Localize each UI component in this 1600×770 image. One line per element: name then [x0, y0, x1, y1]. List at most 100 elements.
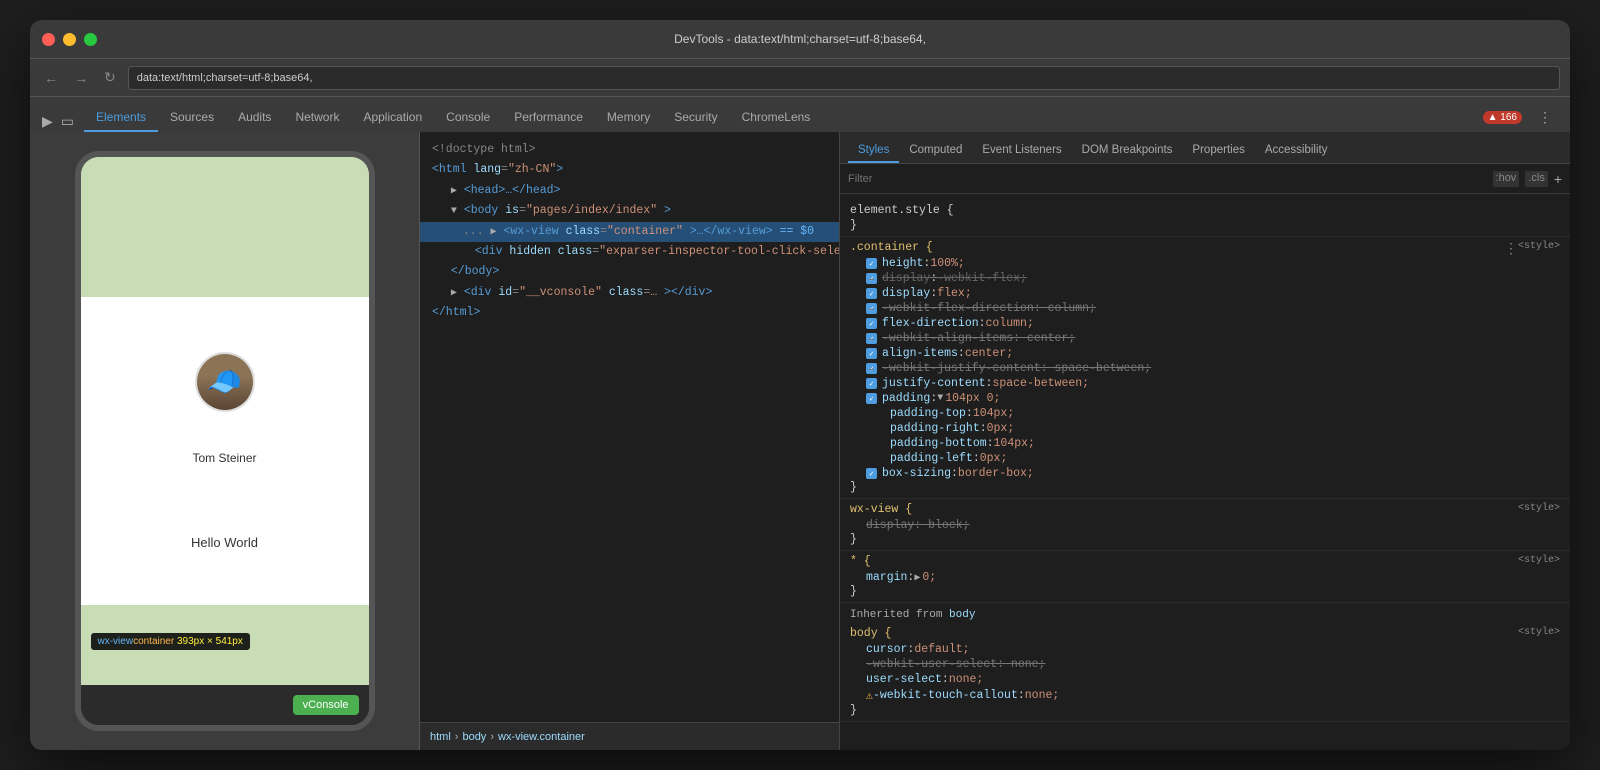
html-line-body-close[interactable]: </body> [420, 262, 839, 282]
css-prop-padding-right: padding-right: 0px; [850, 421, 1560, 436]
css-prop-flex-dir: flex-direction: column; [850, 316, 1560, 331]
css-selector[interactable]: element.style { [850, 204, 1560, 217]
css-prop-padding-bottom: padding-bottom: 104px; [850, 436, 1560, 451]
elements-panel: <!doctype html> <html lang="zh-CN"> ▶ <h… [420, 132, 840, 750]
avatar-image: 🧢 [197, 354, 253, 410]
css-selector-wxview[interactable]: <style> wx-view { [850, 503, 1560, 516]
tab-event-listeners[interactable]: Event Listeners [972, 139, 1071, 163]
html-line-head[interactable]: ▶ <head>…</head> [420, 181, 839, 201]
html-line-html-close[interactable]: </html> [420, 303, 839, 323]
styles-panel: Styles Computed Event Listeners DOM Brea… [840, 132, 1570, 750]
forward-button[interactable]: → [70, 68, 92, 88]
css-checkbox[interactable] [866, 393, 877, 404]
html-line-html[interactable]: <html lang="zh-CN"> [420, 160, 839, 180]
css-selector-star[interactable]: <style> * { [850, 555, 1560, 568]
dots-menu[interactable]: ⋮ [1504, 241, 1518, 258]
css-checkbox[interactable] [866, 288, 877, 299]
css-rule-element-style: element.style { } [840, 200, 1570, 237]
css-prop-box-sizing: box-sizing: border-box; [850, 466, 1560, 481]
devtools-icon-group: ▶ ▭ [40, 111, 76, 132]
tooltip-tag: wx-view [98, 636, 134, 647]
breadcrumb: html › body › wx-view.container [420, 722, 839, 750]
html-line-doctype[interactable]: <!doctype html> [420, 140, 839, 160]
tab-console[interactable]: Console [434, 104, 502, 132]
hov-button[interactable]: :hov [1493, 171, 1520, 187]
breadcrumb-wxview[interactable]: wx-view.container [498, 731, 585, 743]
tooltip-dimensions: 393px × 541px [177, 636, 243, 647]
minimize-button[interactable] [63, 33, 76, 46]
tab-styles[interactable]: Styles [848, 139, 899, 163]
vconsole-button[interactable]: vConsole [293, 695, 359, 715]
main-content: 🧢 Tom Steiner Hello World vConsole wx-vi… [30, 132, 1570, 750]
phone-bottom-bar: vConsole [81, 685, 369, 725]
phone-header-bg [81, 157, 369, 297]
tab-application[interactable]: Application [351, 104, 434, 132]
html-line-body[interactable]: ▼ <body is="pages/index/index" > [420, 201, 839, 221]
tab-audits[interactable]: Audits [226, 104, 283, 132]
css-prop-webkit-align: -webkit-align-items: center; [850, 331, 1560, 346]
cls-button[interactable]: .cls [1525, 171, 1548, 187]
css-prop-webkit-touch-callout: ⚠ -webkit-touch-callout: none; [850, 687, 1560, 704]
html-tree: <!doctype html> <html lang="zh-CN"> ▶ <h… [420, 132, 839, 722]
tab-accessibility[interactable]: Accessibility [1255, 139, 1338, 163]
tab-security[interactable]: Security [662, 104, 729, 132]
css-prop-height: height: 100%; [850, 256, 1504, 271]
css-prop-margin: margin: ▶ 0; [850, 570, 1560, 585]
css-checkbox[interactable] [866, 348, 877, 359]
phone-content: 🧢 Tom Steiner Hello World [81, 157, 369, 685]
inherited-from-label: Inherited from body [840, 603, 1570, 623]
css-checkbox[interactable] [866, 273, 877, 284]
css-prop-webkit-flex-dir: -webkit-flex-direction: column; [850, 301, 1560, 316]
inherited-from-element[interactable]: body [949, 609, 975, 621]
css-prop-cursor: cursor: default; [850, 642, 1560, 657]
filter-input[interactable] [848, 173, 1493, 185]
add-style-button[interactable]: + [1554, 171, 1562, 187]
breadcrumb-html[interactable]: html [430, 731, 451, 743]
phone-mockup: 🧢 Tom Steiner Hello World vConsole wx-vi… [75, 151, 375, 731]
tab-performance[interactable]: Performance [502, 104, 595, 132]
element-tooltip: wx-viewcontainer 393px × 541px [91, 633, 250, 650]
css-prop-padding-top: padding-top: 104px; [850, 406, 1560, 421]
warning-icon: ⚠ [866, 688, 873, 703]
inspect-element-icon[interactable]: ▶ [40, 111, 55, 132]
html-line-wxview[interactable]: ... ▶ <wx-view class="container" >…</wx-… [420, 222, 839, 242]
tab-computed[interactable]: Computed [899, 139, 972, 163]
css-checkbox[interactable] [866, 378, 877, 389]
css-prop-webkit-user-select: -webkit-user-select: none; [850, 657, 1560, 672]
devtools-tab-bar: ▶ ▭ Elements Sources Audits Network Appl… [30, 96, 1570, 132]
css-prop-user-select: user-select: none; [850, 672, 1560, 687]
css-checkbox[interactable] [866, 333, 877, 344]
css-checkbox[interactable] [866, 258, 877, 269]
css-checkbox[interactable] [866, 363, 877, 374]
tab-memory[interactable]: Memory [595, 104, 662, 132]
close-button[interactable] [42, 33, 55, 46]
css-rule-wxview: <style> wx-view { display: block; } [840, 499, 1570, 551]
css-checkbox[interactable] [866, 303, 877, 314]
html-line-vconsole[interactable]: ▶ <div id="__vconsole" class=… ></div> [420, 283, 839, 303]
maximize-button[interactable] [84, 33, 97, 46]
tab-elements[interactable]: Elements [84, 104, 158, 132]
html-line-div-mask[interactable]: <div hidden class="exparser-inspector-to… [420, 242, 839, 262]
css-prop-justify-content: justify-content: space-between; [850, 376, 1560, 391]
css-selector-body[interactable]: <style> body { [850, 627, 1560, 640]
css-checkbox[interactable] [866, 318, 877, 329]
tab-sources[interactable]: Sources [158, 104, 226, 132]
back-button[interactable]: ← [40, 68, 62, 88]
device-toolbar-icon[interactable]: ▭ [59, 111, 76, 132]
css-checkbox[interactable] [866, 468, 877, 479]
devtools-window: DevTools - data:text/html;charset=utf-8;… [30, 20, 1570, 750]
warning-count[interactable]: ▲ 166 [1483, 111, 1522, 124]
breadcrumb-body[interactable]: body [462, 731, 486, 743]
css-selector-container[interactable]: <style> ⋮ .container { [850, 241, 1560, 254]
tab-network[interactable]: Network [283, 104, 351, 132]
url-bar[interactable]: data:text/html;charset=utf-8;base64, [128, 66, 1560, 90]
tab-chromelens[interactable]: ChromeLens [730, 104, 823, 132]
devtools-right-actions: ▲ 166 ⋮ [1483, 103, 1560, 132]
css-prop-padding-left: padding-left: 0px; [850, 451, 1560, 466]
more-tabs-button[interactable]: ⋮ [1530, 103, 1560, 132]
tab-properties[interactable]: Properties [1182, 139, 1254, 163]
window-title: DevTools - data:text/html;charset=utf-8;… [674, 32, 926, 46]
tab-dom-breakpoints[interactable]: DOM Breakpoints [1072, 139, 1183, 163]
reload-button[interactable]: ↻ [100, 67, 120, 88]
traffic-lights [42, 33, 97, 46]
